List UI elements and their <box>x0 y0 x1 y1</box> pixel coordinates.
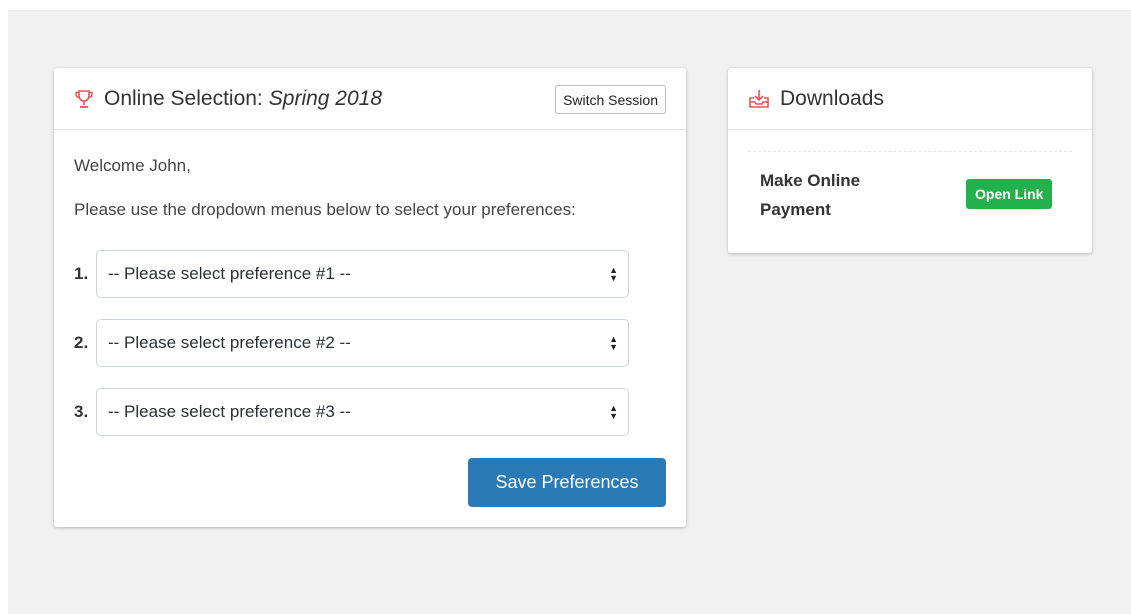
online-selection-title-text: Online Selection: <box>104 86 263 110</box>
preference-1-select[interactable]: -- Please select preference #1 -- ▲ ▼ <box>96 250 629 298</box>
page-background: Online Selection: Spring 2018 Switch Ses… <box>8 10 1131 614</box>
preference-number: 3. <box>74 402 89 421</box>
downloads-panel: Downloads Make Online Payment Open Link <box>728 68 1092 253</box>
open-link-button[interactable]: Open Link <box>966 179 1053 209</box>
save-preferences-button[interactable]: Save Preferences <box>468 458 666 507</box>
downloads-header: Downloads <box>728 68 1092 130</box>
select-arrows-icon: ▲ ▼ <box>609 265 618 283</box>
select-arrows-icon: ▲ ▼ <box>609 334 618 352</box>
preference-3-selected: -- Please select preference #3 -- <box>108 402 351 421</box>
select-arrows-icon: ▲ ▼ <box>609 403 618 421</box>
downloads-title: Downloads <box>748 87 884 111</box>
preference-1-selected: -- Please select preference #1 -- <box>108 264 351 283</box>
online-selection-header: Online Selection: Spring 2018 Switch Ses… <box>54 68 686 130</box>
trophy-icon <box>74 89 94 109</box>
preference-number: 2. <box>74 333 89 352</box>
divider <box>748 151 1072 152</box>
session-name: Spring 2018 <box>268 86 383 110</box>
preference-row-2: 2. -- Please select preference #2 -- ▲ ▼ <box>74 319 629 367</box>
preference-3-select[interactable]: -- Please select preference #3 -- ▲ ▼ <box>96 388 629 436</box>
download-tray-icon <box>748 89 770 109</box>
preference-row-3: 3. -- Please select preference #3 -- ▲ ▼ <box>74 388 629 436</box>
welcome-text: Welcome John, <box>74 156 191 175</box>
online-selection-panel: Online Selection: Spring 2018 Switch Ses… <box>54 68 686 527</box>
preference-2-selected: -- Please select preference #2 -- <box>108 333 351 352</box>
instructions-text: Please use the dropdown menus below to s… <box>74 200 576 219</box>
preference-number: 1. <box>74 264 89 283</box>
preference-2-select[interactable]: -- Please select preference #2 -- ▲ ▼ <box>96 319 629 367</box>
switch-session-button[interactable]: Switch Session <box>555 85 666 114</box>
downloads-title-text: Downloads <box>780 86 884 110</box>
online-selection-title: Online Selection: Spring 2018 <box>74 87 382 111</box>
preference-row-1: 1. -- Please select preference #1 -- ▲ ▼ <box>74 250 629 298</box>
download-item-label: Make Online Payment <box>760 171 861 219</box>
